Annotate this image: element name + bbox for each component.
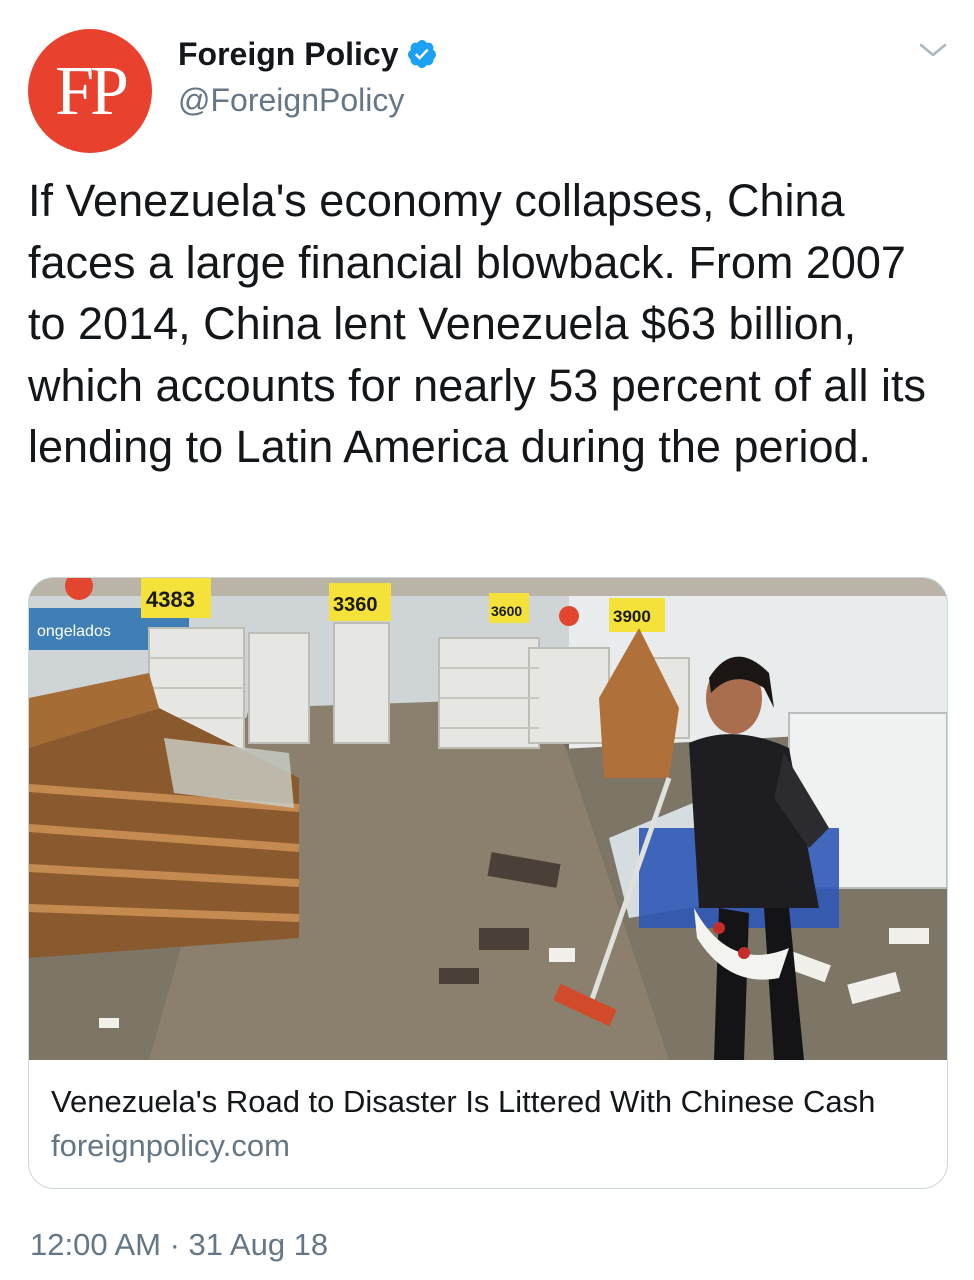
tweet-text: If Venezuela's economy collapses, China … <box>28 175 926 472</box>
looted-supermarket-photo: ongelados 4383 3360 3600 3900 <box>29 578 947 1060</box>
card-meta[interactable]: Venezuela's Road to Disaster Is Littered… <box>51 1082 927 1166</box>
card-image[interactable]: ongelados 4383 3360 3600 3900 <box>29 578 947 1060</box>
card-title[interactable]: Venezuela's Road to Disaster Is Littered… <box>51 1082 927 1122</box>
display-name[interactable]: Foreign Policy <box>178 34 398 74</box>
price-tag-3: 3600 <box>491 603 522 619</box>
verified-badge-icon <box>408 40 437 68</box>
author-handle[interactable]: @ForeignPolicy <box>178 80 404 120</box>
avatar-logo-text: FP <box>55 53 129 130</box>
price-tag-1: 4383 <box>146 587 195 612</box>
price-tag-2: 3360 <box>333 594 378 616</box>
tweet-timestamp[interactable]: 12:00 AM · 31 Aug 18 <box>30 1225 328 1265</box>
price-tag-4: 3900 <box>613 607 651 626</box>
avatar[interactable]: FP <box>28 29 152 153</box>
author-name-row[interactable]: Foreign Policy <box>178 34 438 74</box>
link-card[interactable]: ongelados 4383 3360 3600 3900 Venezuela'… <box>28 577 948 1189</box>
tweet-header: FP Foreign Policy @ForeignPolicy <box>28 22 948 153</box>
store-sign-text: ongelados <box>37 623 111 640</box>
chevron-down-icon[interactable] <box>918 40 948 60</box>
card-domain[interactable]: foreignpolicy.com <box>51 1126 927 1166</box>
